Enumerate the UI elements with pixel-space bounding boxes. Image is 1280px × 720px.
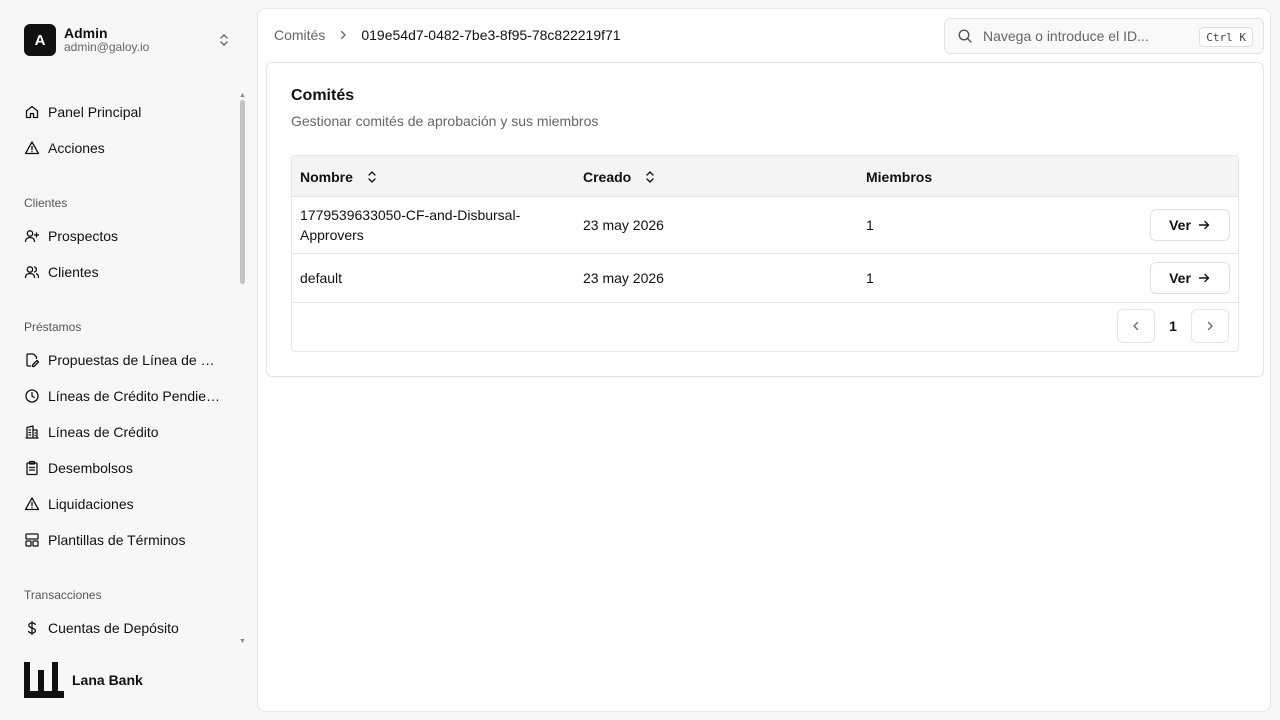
main-panel: Comités 019e54d7-0482-7be3-8f95-78c82221… xyxy=(257,8,1271,712)
table-row[interactable]: 1779539633050-CF-and-Disbursal- Approver… xyxy=(292,197,1238,254)
sidebar-item-label: Panel Principal xyxy=(48,104,142,120)
breadcrumb-link-comites[interactable]: Comités xyxy=(274,27,325,43)
sidebar-item-lineas-pendientes[interactable]: Líneas de Crédito Pendient... xyxy=(24,382,224,410)
layout-template-icon xyxy=(25,533,39,547)
card-description: Gestionar comités de aprobación y sus mi… xyxy=(291,113,599,129)
previous-page-button[interactable] xyxy=(1117,309,1155,343)
chevron-left-icon xyxy=(1133,321,1139,331)
user-email: admin@galoy.io xyxy=(64,40,150,55)
cell-nombre: 1779539633050-CF-and-Disbursal- Approver… xyxy=(300,205,520,245)
pagination: 1 xyxy=(1117,309,1229,343)
cell-creado: 23 may 2026 xyxy=(583,270,664,286)
sort-icon xyxy=(646,170,654,183)
sidebar-item-panel-principal[interactable]: Panel Principal xyxy=(24,98,224,126)
column-header-label: Creado xyxy=(583,168,632,185)
chevron-right-icon xyxy=(1207,321,1213,331)
column-header-label: Miembros xyxy=(866,168,933,185)
sidebar-scrollbar[interactable]: ▲ ▼ xyxy=(238,92,246,648)
sidebar-item-plantillas[interactable]: Plantillas de Términos xyxy=(24,526,224,554)
nav-group-title: Clientes xyxy=(24,196,68,210)
arrow-right-icon xyxy=(1198,273,1210,283)
current-page-number: 1 xyxy=(1169,318,1177,334)
column-header-creado[interactable]: Creado xyxy=(583,156,655,197)
lana-bank-logo-icon xyxy=(24,662,64,698)
dollar-icon xyxy=(27,620,37,636)
sidebar-item-liquidaciones[interactable]: Liquidaciones xyxy=(24,490,224,518)
sidebar-item-label: Plantillas de Términos xyxy=(48,532,186,548)
user-name: Admin xyxy=(64,25,108,42)
scroll-down-arrow-icon[interactable]: ▼ xyxy=(239,638,246,645)
next-page-button[interactable] xyxy=(1191,309,1229,343)
sidebar-item-desembolsos[interactable]: Desembolsos xyxy=(24,454,224,482)
sidebar-nav: Panel Principal Acciones Clientes Prospe… xyxy=(0,92,236,648)
chevron-right-icon xyxy=(337,29,349,41)
sidebar-item-cuentas-deposito[interactable]: Cuentas de Depósito xyxy=(24,614,224,642)
breadcrumb: Comités 019e54d7-0482-7be3-8f95-78c82221… xyxy=(274,27,621,43)
view-button[interactable]: Ver xyxy=(1150,209,1230,241)
sidebar-item-label: Cuentas de Depósito xyxy=(48,620,179,636)
sort-icon xyxy=(368,170,376,183)
brand-name: Lana Bank xyxy=(72,672,143,688)
keyboard-shortcut-badge: Ctrl K xyxy=(1199,27,1253,47)
alert-triangle-icon xyxy=(24,141,40,155)
clipboard-icon xyxy=(26,460,38,476)
sidebar-item-label: Propuestas de Línea de Cr... xyxy=(48,352,224,368)
search-input[interactable] xyxy=(983,28,1183,44)
sidebar-item-label: Clientes xyxy=(48,264,99,280)
users-icon xyxy=(24,266,40,279)
button-label: Ver xyxy=(1169,217,1191,233)
search-icon xyxy=(958,29,972,43)
brand[interactable]: Lana Bank xyxy=(24,662,143,698)
cell-miembros: 1 xyxy=(866,270,874,286)
sidebar-item-label: Desembolsos xyxy=(48,460,133,476)
avatar: A xyxy=(24,24,56,56)
cell-creado: 23 may 2026 xyxy=(583,217,664,233)
search-box[interactable]: Ctrl K xyxy=(944,18,1264,54)
alert-triangle-icon xyxy=(24,497,40,511)
cell-miembros: 1 xyxy=(866,217,874,233)
sidebar-item-label: Prospectos xyxy=(48,228,119,244)
sidebar-item-label: Líneas de Crédito xyxy=(48,424,159,440)
nav-group-title: Transacciones xyxy=(24,588,102,602)
cell-text: Approvers xyxy=(300,227,364,243)
scrollbar-thumb[interactable] xyxy=(240,100,245,284)
user-info: Admin admin@galoy.io xyxy=(64,25,149,55)
committees-table: Nombre Creado Miembros 1779539633050-CF-… xyxy=(291,155,1239,352)
sidebar-item-acciones[interactable]: Acciones xyxy=(24,134,224,162)
sidebar-item-propuestas[interactable]: Propuestas de Línea de Cr... xyxy=(24,346,224,374)
sidebar-item-label: Acciones xyxy=(48,140,105,156)
sidebar-item-lineas-credito[interactable]: Líneas de Crédito xyxy=(24,418,224,446)
cell-nombre: default xyxy=(300,270,343,286)
building-icon xyxy=(25,425,39,439)
view-button[interactable]: Ver xyxy=(1150,262,1230,294)
column-header-miembros: Miembros xyxy=(866,156,932,197)
chevrons-up-down-icon xyxy=(216,32,232,51)
sidebar-item-clientes[interactable]: Clientes xyxy=(24,258,224,286)
button-label: Ver xyxy=(1169,270,1191,286)
table-row[interactable]: default 23 may 2026 1 Ver xyxy=(292,254,1238,303)
file-edit-icon xyxy=(26,353,40,368)
committees-card: Comités Gestionar comités de aprobación … xyxy=(266,62,1264,377)
sidebar: A Admin admin@galoy.io Panel Principal A… xyxy=(0,0,256,720)
card-title: Comités xyxy=(291,87,355,104)
clock-icon xyxy=(25,389,39,403)
user-plus-icon xyxy=(24,230,40,243)
breadcrumb-current: 019e54d7-0482-7be3-8f95-78c822219f71 xyxy=(361,27,621,43)
sidebar-item-prospectos[interactable]: Prospectos xyxy=(24,222,224,250)
home-icon xyxy=(25,105,39,119)
table-header: Nombre Creado Miembros xyxy=(292,156,1238,197)
scroll-up-arrow-icon[interactable]: ▲ xyxy=(239,92,246,99)
arrow-right-icon xyxy=(1198,220,1210,230)
cell-text: 1779539633050-CF-and-Disbursal- xyxy=(300,207,521,223)
sidebar-item-label: Líneas de Crédito Pendient... xyxy=(48,388,224,404)
sidebar-item-label: Liquidaciones xyxy=(48,496,134,512)
column-header-nombre[interactable]: Nombre xyxy=(300,156,377,197)
user-switcher[interactable]: A Admin admin@galoy.io xyxy=(24,24,240,56)
nav-group-title: Préstamos xyxy=(24,320,82,334)
column-header-label: Nombre xyxy=(300,168,353,185)
